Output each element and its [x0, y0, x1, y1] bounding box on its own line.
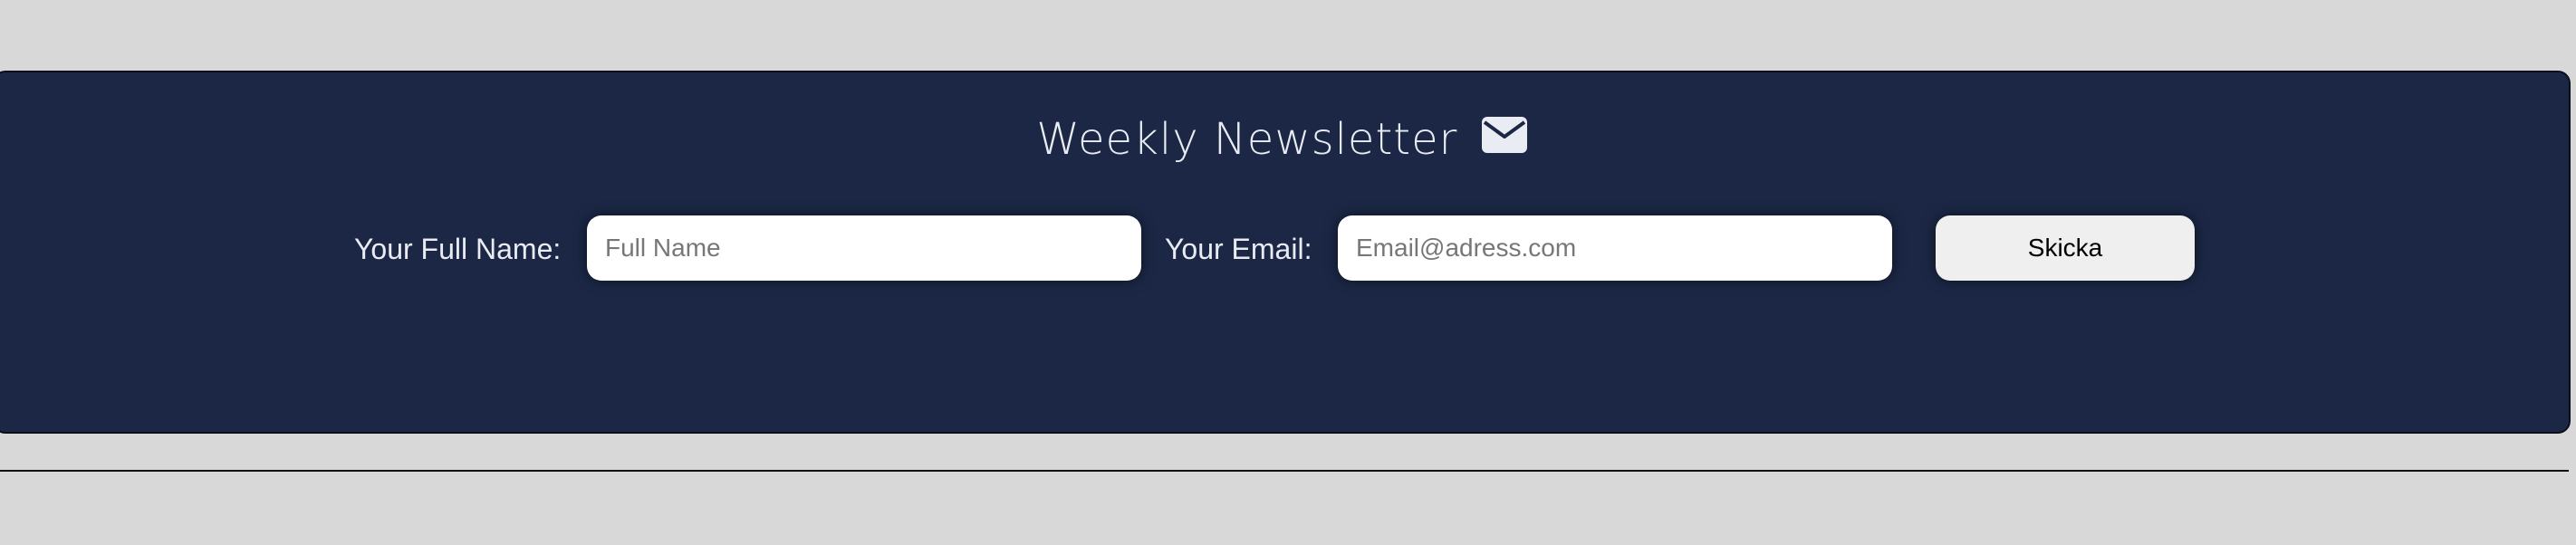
- email-input[interactable]: [1338, 215, 1892, 281]
- email-label: Your Email:: [1165, 233, 1312, 265]
- newsletter-heading: Weekly Newsletter: [0, 107, 2569, 175]
- page: Weekly Newsletter Your Full Name: Your E…: [0, 0, 2576, 545]
- newsletter-title: Weekly Newsletter: [1036, 114, 1458, 165]
- full-name-input[interactable]: [587, 215, 1141, 281]
- submit-button[interactable]: Skicka: [1936, 215, 2195, 281]
- name-label: Your Full Name:: [354, 233, 562, 265]
- divider: [0, 470, 2569, 472]
- newsletter-form: Your Full Name: Your Email: Skicka: [0, 215, 2569, 282]
- envelope-icon: [1481, 106, 1527, 171]
- newsletter-panel: Weekly Newsletter Your Full Name: Your E…: [0, 71, 2571, 434]
